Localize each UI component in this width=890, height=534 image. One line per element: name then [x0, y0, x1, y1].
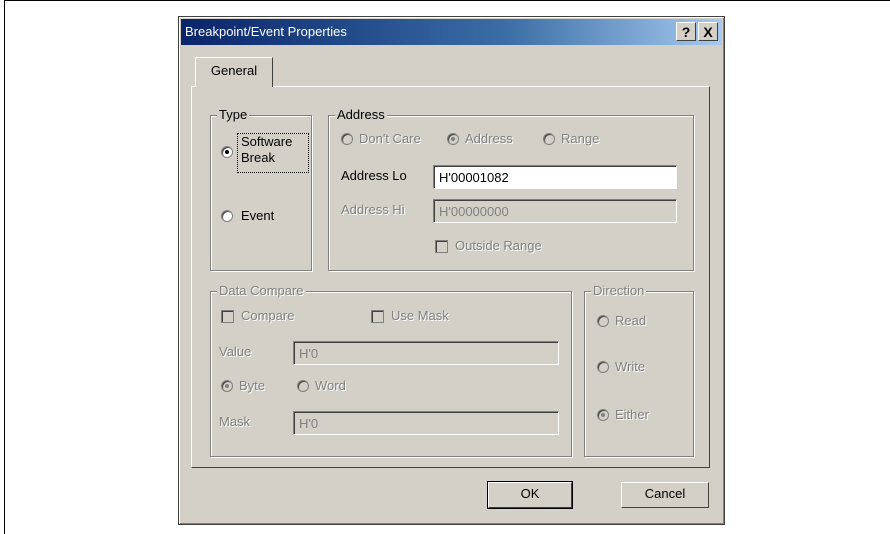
direction-group-label: Direction — [591, 283, 647, 298]
general-tab-panel: Type Software Break Event Address Don't … — [191, 86, 710, 468]
tab-general-label: General — [210, 63, 258, 78]
page-border-top — [4, 0, 890, 1]
data-compare-group-label: Data Compare — [217, 283, 306, 298]
dont-care-label[interactable]: Don't Care — [359, 131, 421, 146]
software-break-radio[interactable] — [221, 146, 233, 158]
tab-general[interactable]: General — [195, 57, 273, 87]
compare-label[interactable]: Compare — [241, 308, 294, 323]
cancel-button[interactable]: Cancel — [621, 482, 709, 508]
either-label[interactable]: Either — [615, 407, 649, 422]
outside-range-checkbox[interactable] — [435, 240, 448, 253]
write-radio[interactable] — [597, 361, 609, 373]
value-field[interactable]: H'0 — [293, 341, 559, 365]
address-hi-field[interactable]: H'00000000 — [433, 199, 677, 223]
range-radio[interactable] — [543, 133, 555, 145]
address-radio[interactable] — [447, 133, 459, 145]
address-hi-label: Address Hi — [341, 202, 405, 217]
event-radio[interactable] — [221, 210, 233, 222]
outside-range-label[interactable]: Outside Range — [455, 238, 542, 253]
event-label[interactable]: Event — [241, 208, 274, 223]
type-group: Type Software Break Event — [210, 107, 312, 271]
word-label[interactable]: Word — [315, 378, 346, 393]
value-label: Value — [219, 344, 252, 359]
word-radio[interactable] — [297, 380, 309, 392]
either-radio[interactable] — [597, 409, 609, 421]
type-group-label: Type — [217, 107, 250, 122]
read-label[interactable]: Read — [615, 313, 646, 328]
mask-label: Mask — [219, 414, 251, 429]
title-bar[interactable]: Breakpoint/Event Properties ? X — [181, 19, 722, 45]
byte-radio[interactable] — [221, 380, 233, 392]
direction-group: Direction Read Write Either — [584, 283, 694, 457]
address-group-label: Address — [335, 107, 387, 122]
close-button[interactable]: X — [698, 22, 718, 41]
breakpoint-dialog: Breakpoint/Event Properties ? X General … — [178, 16, 725, 525]
range-label[interactable]: Range — [561, 131, 599, 146]
byte-label[interactable]: Byte — [239, 378, 265, 393]
read-radio[interactable] — [597, 315, 609, 327]
write-label[interactable]: Write — [615, 359, 645, 374]
data-compare-group: Data Compare Compare Use Mask Value H'0 … — [210, 283, 572, 457]
dialog-title: Breakpoint/Event Properties — [185, 24, 347, 39]
use-mask-checkbox[interactable] — [371, 310, 384, 323]
address-group: Address Don't Care Address Range Address… — [328, 107, 694, 271]
dont-care-radio[interactable] — [341, 133, 353, 145]
software-break-label-2[interactable]: Break — [241, 150, 275, 165]
help-button[interactable]: ? — [676, 22, 696, 41]
mask-field[interactable]: H'0 — [293, 411, 559, 435]
software-break-label-1[interactable]: Software — [241, 134, 292, 149]
page-border-left — [4, 0, 5, 534]
use-mask-label[interactable]: Use Mask — [391, 308, 449, 323]
address-lo-label: Address Lo — [341, 168, 407, 183]
ok-button[interactable]: OK — [487, 481, 573, 509]
compare-checkbox[interactable] — [221, 310, 234, 323]
address-lo-field[interactable]: H'00001082 — [433, 165, 677, 189]
address-label[interactable]: Address — [465, 131, 513, 146]
